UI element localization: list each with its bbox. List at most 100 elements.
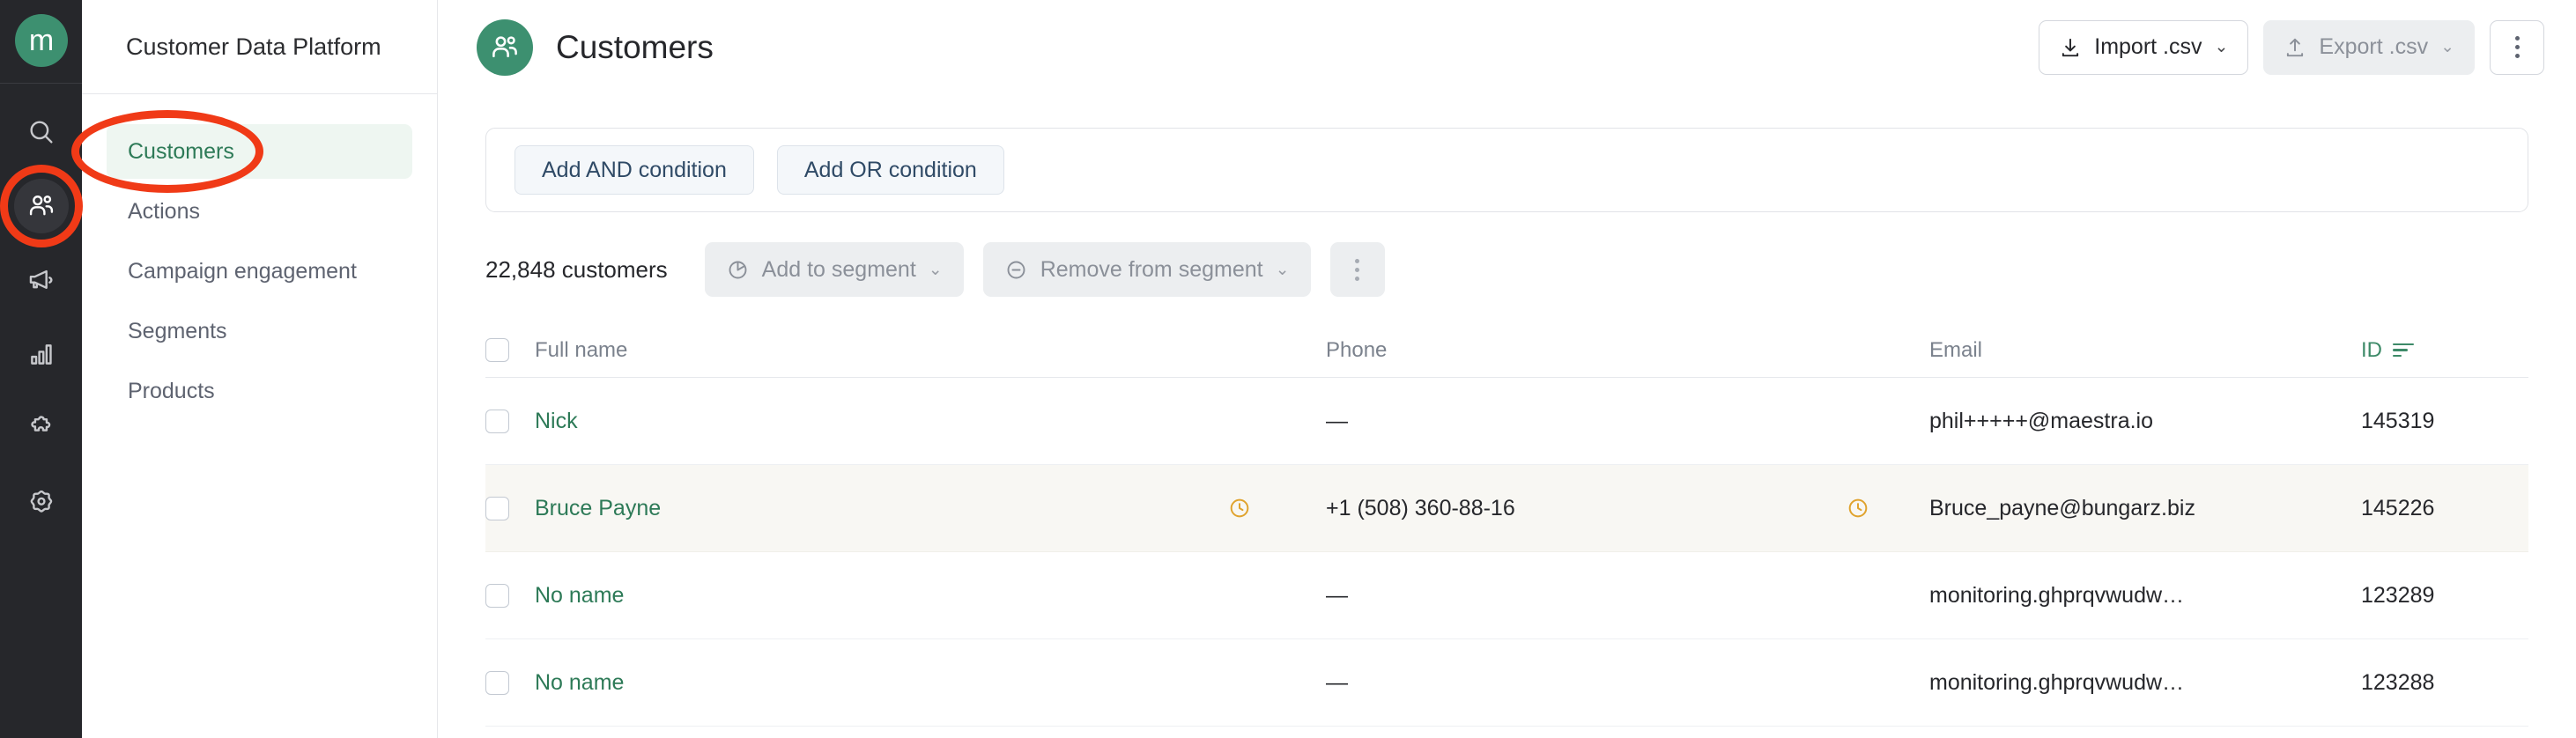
phone-value: +1 (508) 360-88-16 (1326, 495, 1515, 520)
clock-pending-icon[interactable] (1846, 496, 1870, 520)
email-value: phil+++++@maestra.io (1929, 408, 2154, 433)
users-icon (492, 35, 517, 57)
rail-item-campaigns[interactable] (14, 253, 69, 307)
phone-value: — (1326, 582, 1348, 608)
select-all-checkbox[interactable] (485, 338, 509, 362)
minus-circle-icon (1007, 261, 1025, 278)
cell-email: monitoring.ghprqvwudw… (1929, 583, 2361, 609)
cell-id: 123289 (2361, 583, 2528, 609)
customer-name-link[interactable]: No name (535, 670, 624, 696)
rail-item-search[interactable] (14, 105, 69, 159)
chevron-down-icon: ⌄ (1275, 260, 1290, 279)
segment-more-button[interactable] (1329, 242, 1385, 297)
cell-full-name: No name (535, 670, 1227, 696)
table-row[interactable]: Bruce Payne +1 (508) 360-88-16 Bruce_pay… (485, 465, 2528, 552)
rail-items (0, 84, 83, 529)
id-value: 145319 (2361, 408, 2435, 433)
upload-icon (2287, 38, 2304, 56)
cell-email-status (1846, 496, 1929, 520)
customer-name-link[interactable]: Bruce Payne (535, 496, 661, 521)
cell-id: 123288 (2361, 670, 2528, 696)
cell-email: Bruce_payne@bungarz.biz (1929, 496, 2361, 521)
id-value: 145226 (2361, 495, 2435, 520)
add-and-condition-button[interactable]: Add AND condition (514, 145, 754, 195)
users-icon (29, 196, 53, 216)
row-checkbox[interactable] (485, 583, 509, 608)
cell-phone: +1 (508) 360-88-16 (1326, 496, 1846, 521)
row-checkbox[interactable] (485, 670, 509, 695)
more-vertical-icon-dot (2514, 45, 2520, 49)
customers-table: Full name Phone Email ID Nick — phil++++… (485, 323, 2528, 727)
more-vertical-icon-dot (1355, 276, 1360, 281)
more-vertical-icon-dot (2514, 54, 2520, 58)
sidebar-item-segments[interactable]: Segments (107, 304, 412, 358)
sidebar-item-label: Actions (128, 198, 200, 224)
sidebar-item-campaign-engagement[interactable]: Campaign engagement (107, 244, 412, 299)
cell-phone-status (1227, 496, 1326, 520)
add-or-condition-label: Add OR condition (803, 157, 977, 182)
rail-item-analytics[interactable] (14, 327, 69, 381)
sidebar-item-actions[interactable]: Actions (107, 184, 412, 239)
table-row[interactable]: No name — monitoring.ghprqvwudw… 123289 (485, 552, 2528, 639)
import-csv-button[interactable]: Import .csv ⌄ (2039, 19, 2249, 75)
customer-name-link[interactable]: Nick (535, 409, 578, 434)
header-more-button[interactable] (2490, 19, 2544, 75)
sidebar-item-customers[interactable]: Customers (71, 110, 412, 193)
add-and-condition-label: Add AND condition (542, 157, 727, 182)
column-header-full-name[interactable]: Full name (535, 338, 1227, 363)
sidebar-item-products[interactable]: Products (107, 364, 412, 418)
search-icon (29, 121, 53, 144)
table-row[interactable]: No name — monitoring.ghprqvwudw… 123288 (485, 639, 2528, 727)
column-label: Phone (1326, 337, 1388, 362)
row-checkbox[interactable] (485, 409, 509, 433)
sort-descending-icon (2393, 343, 2414, 358)
add-or-condition-button[interactable]: Add OR condition (776, 145, 1004, 195)
cell-email: phil+++++@maestra.io (1929, 409, 2361, 434)
row-select-cell (485, 496, 535, 520)
email-value: monitoring.ghprqvwudw… (1929, 669, 2185, 695)
customer-count: 22,848 customers (485, 255, 668, 283)
column-label: Full name (535, 337, 628, 362)
rail-item-customers[interactable] (0, 165, 83, 247)
gear-icon (30, 490, 52, 513)
more-vertical-icon-dot (1355, 267, 1360, 272)
column-header-email[interactable]: Email (1929, 338, 2361, 363)
segment-toolbar: 22,848 customers Add to segment ⌄ Remove… (438, 212, 2576, 297)
more-vertical-icon-dot (2514, 36, 2520, 41)
column-header-id[interactable]: ID (2361, 338, 2528, 363)
phone-value: — (1326, 669, 1348, 695)
id-value: 123288 (2361, 669, 2435, 695)
rail-item-settings[interactable] (14, 475, 69, 529)
puzzle-icon (30, 416, 50, 432)
column-label-id: ID (2361, 338, 2414, 363)
row-checkbox[interactable] (485, 496, 509, 520)
more-vertical-icon-dot (1355, 258, 1360, 263)
chevron-down-icon: ⌄ (2214, 38, 2229, 56)
table-row[interactable]: Nick — phil+++++@maestra.io 145319 (485, 378, 2528, 465)
remove-from-segment-button[interactable]: Remove from segment ⌄ (982, 242, 1311, 297)
clock-pending-icon[interactable] (1227, 496, 1252, 520)
export-csv-button[interactable]: Export .csv ⌄ (2263, 19, 2475, 75)
page-header: Customers Import .csv ⌄ Export .csv ⌄ (438, 0, 2576, 94)
rail-item-integrations[interactable] (14, 401, 69, 455)
main-content: Customers Import .csv ⌄ Export .csv ⌄ Ad… (438, 0, 2576, 738)
row-select-cell (485, 583, 535, 608)
row-select-cell (485, 409, 535, 433)
sidebar-title: Customer Data Platform (82, 0, 437, 94)
sidebar-item-label: Customers (128, 138, 234, 164)
cell-full-name: No name (535, 583, 1227, 609)
bar-chart-icon (30, 344, 52, 365)
add-to-segment-button[interactable]: Add to segment ⌄ (704, 242, 964, 297)
column-header-phone[interactable]: Phone (1326, 338, 1846, 363)
app-logo[interactable]: m (14, 14, 68, 67)
pie-chart-icon (729, 261, 747, 278)
sidebar-nav: Customer Data Platform Customers Actions… (71, 0, 438, 738)
customer-name-link[interactable]: No name (535, 583, 624, 609)
export-csv-label: Export .csv (2319, 34, 2429, 59)
chevron-down-icon: ⌄ (2440, 38, 2454, 56)
email-value: Bruce_payne@bungarz.biz (1929, 495, 2195, 520)
phone-value: — (1326, 408, 1348, 433)
header-actions: Import .csv ⌄ Export .csv ⌄ (2039, 19, 2544, 75)
cell-phone: — (1326, 583, 1846, 609)
column-label: Email (1929, 337, 1983, 362)
